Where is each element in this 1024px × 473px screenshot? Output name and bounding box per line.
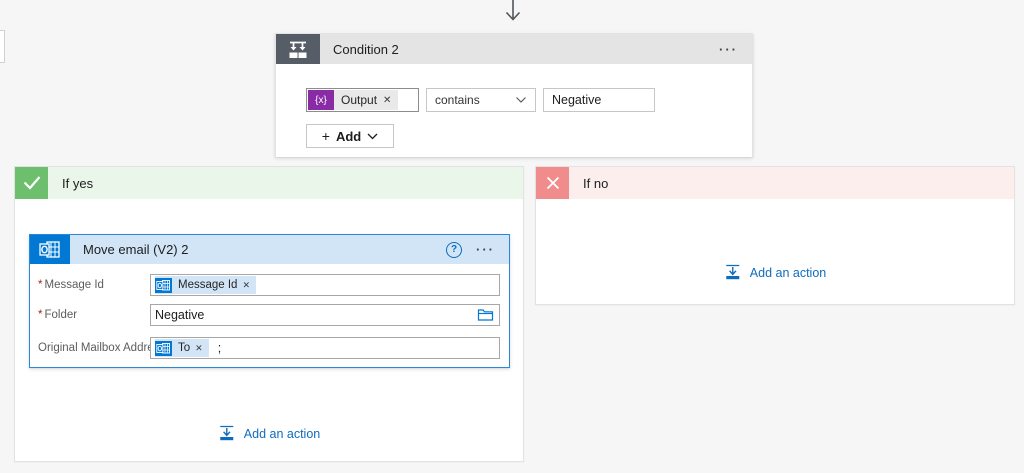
offscreen-card-edge	[0, 30, 5, 63]
token-suffix: ;	[218, 341, 221, 355]
if-yes-label: If yes	[62, 176, 93, 191]
if-no-add-action-link[interactable]: Add an action	[724, 264, 826, 281]
message-id-token[interactable]: Message Id ✕	[155, 276, 256, 294]
checkmark-icon	[15, 167, 48, 199]
add-action-label: Add an action	[244, 427, 320, 441]
token-remove-icon[interactable]: ✕	[242, 280, 250, 291]
condition-operator-value: contains	[435, 93, 480, 107]
condition-menu-button[interactable]: ···	[705, 42, 752, 57]
condition-row: {x} Output ✕ contains	[306, 88, 655, 112]
if-no-label: If no	[583, 176, 608, 191]
original-mailbox-input[interactable]: To ✕ ;	[150, 337, 500, 359]
field-row-original-mailbox: Original Mailbox Address To ✕ ;	[38, 336, 501, 360]
token-label: To	[178, 342, 190, 354]
condition-operand-input[interactable]: {x} Output ✕	[306, 88, 419, 112]
condition-value-input[interactable]	[543, 88, 655, 112]
plus-icon: +	[322, 128, 330, 144]
add-action-label: Add an action	[750, 266, 826, 280]
if-no-branch: If no Add an action	[535, 166, 1015, 305]
expression-token[interactable]: {x} Output ✕	[308, 90, 398, 110]
to-token[interactable]: To ✕	[155, 339, 209, 357]
if-yes-add-action-link[interactable]: Add an action	[218, 425, 320, 442]
if-yes-branch: If yes Move email (V2) 2 ? ···	[14, 166, 524, 462]
move-email-header[interactable]: Move email (V2) 2 ? ···	[30, 235, 509, 264]
move-email-title: Move email (V2) 2	[83, 242, 188, 257]
x-mark-icon	[536, 167, 569, 199]
help-icon[interactable]: ?	[446, 242, 462, 258]
flow-designer-canvas: Condition 2 ··· {x} Output ✕ contains	[0, 0, 1024, 473]
token-remove-icon[interactable]: ✕	[195, 343, 203, 354]
condition-card-header[interactable]: Condition 2 ···	[276, 34, 752, 64]
message-id-input[interactable]: Message Id ✕	[150, 274, 500, 296]
condition-add-button[interactable]: + Add	[306, 124, 394, 148]
expression-token-remove-icon[interactable]: ✕	[383, 95, 391, 106]
folder-picker-icon[interactable]	[477, 308, 494, 322]
field-label: *Folder	[38, 309, 77, 321]
chevron-down-icon	[515, 96, 527, 104]
if-yes-header[interactable]: If yes	[15, 167, 523, 199]
chevron-down-icon	[367, 133, 378, 140]
required-marker: *	[38, 279, 42, 291]
condition-title: Condition 2	[333, 42, 399, 57]
if-no-header[interactable]: If no	[536, 167, 1014, 199]
token-label: Message Id	[178, 279, 237, 291]
outlook-icon	[30, 235, 70, 264]
condition-card: Condition 2 ··· {x} Output ✕ contains	[275, 33, 753, 157]
condition-icon	[276, 34, 320, 64]
expression-token-label: Output	[341, 93, 377, 107]
add-action-icon	[218, 425, 236, 442]
move-email-card: Move email (V2) 2 ? ··· *Message Id	[29, 234, 510, 368]
outlook-icon	[155, 278, 172, 293]
move-email-menu-button[interactable]: ···	[462, 242, 509, 257]
folder-input[interactable]	[150, 304, 500, 326]
condition-body: {x} Output ✕ contains + Add	[276, 64, 752, 157]
field-label: *Message Id	[38, 279, 104, 291]
condition-operator-dropdown[interactable]: contains	[426, 88, 536, 112]
expression-fx-icon: {x}	[308, 90, 334, 110]
field-row-folder: *Folder	[38, 303, 501, 327]
add-action-icon	[724, 264, 742, 281]
field-label: Original Mailbox Address	[38, 342, 165, 354]
add-button-label: Add	[336, 129, 361, 144]
outlook-icon	[155, 341, 172, 356]
required-marker: *	[38, 309, 42, 321]
connector-arrow-icon	[502, 0, 524, 27]
folder-value[interactable]	[155, 308, 495, 322]
field-row-message-id: *Message Id Message Id ✕	[38, 273, 501, 297]
